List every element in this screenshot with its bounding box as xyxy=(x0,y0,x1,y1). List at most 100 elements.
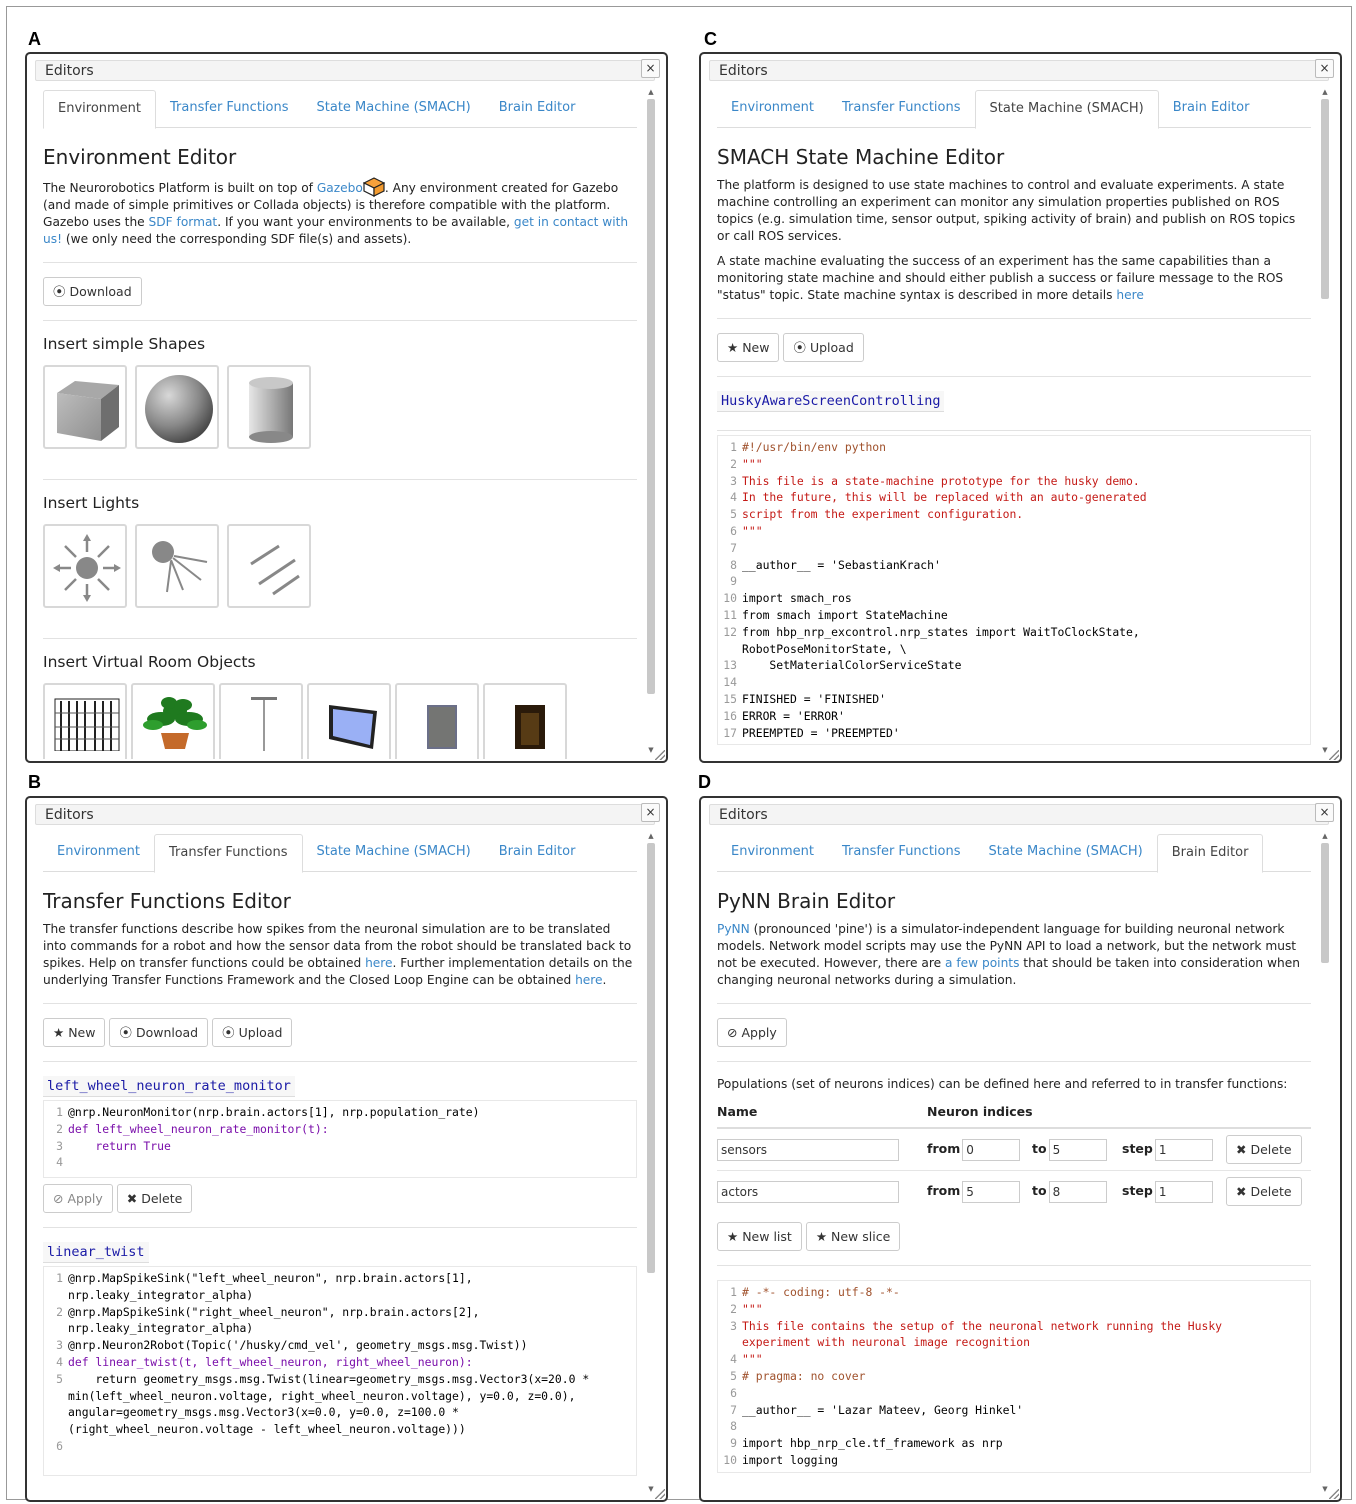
spot-light-button[interactable] xyxy=(135,524,219,608)
scrollbar[interactable]: ▲ ▼ xyxy=(645,87,657,755)
description-2: A state machine evaluating the success o… xyxy=(717,253,1311,304)
tab-environment[interactable]: Environment xyxy=(43,90,157,129)
tab-state-machine[interactable]: State Machine (SMACH) xyxy=(303,90,485,127)
population-name-input[interactable]: actors xyxy=(717,1180,899,1203)
download-button[interactable]: ⦿ Download xyxy=(43,277,142,306)
scrollbar[interactable]: ▲ ▼ xyxy=(645,831,657,1494)
transfer-function-name[interactable]: left_wheel_neuron_rate_monitor xyxy=(43,1076,295,1097)
scrollbar[interactable]: ▲ ▼ xyxy=(1319,87,1331,755)
upload-button[interactable]: ⦿ Upload xyxy=(783,333,864,362)
code-line: 2 """ xyxy=(718,456,1310,473)
box-shape-button[interactable] xyxy=(43,365,127,449)
few-points-link[interactable]: a few points xyxy=(945,956,1019,970)
delete-button[interactable]: ✖ Delete xyxy=(1226,1135,1302,1164)
code-editor[interactable]: 1 #!/usr/bin/env python 2 """ 3 This file i… xyxy=(717,435,1311,746)
room-object-screen-button[interactable] xyxy=(307,683,391,759)
code-line: 1 @nrp.NeuronMonitor(nrp.brain.actors[1],… xyxy=(44,1104,636,1121)
tab-brain-editor[interactable]: Brain Editor xyxy=(1156,834,1264,873)
from-input[interactable]: 5 xyxy=(962,1180,1021,1203)
delete-button[interactable]: ✖ Delete xyxy=(116,1184,193,1213)
painting-icon xyxy=(427,705,457,749)
close-button[interactable]: × xyxy=(641,803,660,822)
transfer-function-name[interactable]: linear_twist xyxy=(43,1242,149,1263)
new-list-button[interactable]: ★ New list xyxy=(717,1222,802,1251)
point-light-button[interactable] xyxy=(43,524,127,608)
code-editor[interactable]: 1 @nrp.NeuronMonitor(nrp.brain.actors[1],… xyxy=(43,1100,637,1178)
scroll-up-icon[interactable]: ▲ xyxy=(1319,87,1331,97)
resize-grip-icon[interactable] xyxy=(655,750,665,760)
download-icon: ⦿ xyxy=(53,284,66,299)
to-input[interactable]: 8 xyxy=(1048,1180,1107,1203)
tab-brain-editor[interactable]: Brain Editor xyxy=(485,834,590,871)
tab-state-machine[interactable]: State Machine (SMACH) xyxy=(975,834,1157,871)
scrollbar-thumb[interactable] xyxy=(1321,99,1329,299)
directional-light-button[interactable] xyxy=(227,524,311,608)
room-object-bookshelf-button[interactable] xyxy=(43,683,127,759)
code-line: 5 return geometry_msgs.msg.Twist(linear=… xyxy=(44,1371,636,1388)
code-editor[interactable]: 1 @nrp.MapSpikeSink("left_wheel_neuron", … xyxy=(43,1266,637,1476)
step-input[interactable]: 1 xyxy=(1154,1138,1213,1161)
delete-label: Delete xyxy=(1250,1184,1292,1199)
resize-grip-icon[interactable] xyxy=(1329,750,1339,760)
tab-transfer-functions[interactable]: Transfer Functions xyxy=(828,834,974,871)
resize-grip-icon[interactable] xyxy=(1329,1489,1339,1499)
help-here-link[interactable]: here xyxy=(365,956,392,970)
tab-transfer-functions[interactable]: Transfer Functions xyxy=(156,90,302,127)
room-object-painting-button[interactable] xyxy=(395,683,479,759)
close-button[interactable]: × xyxy=(1315,803,1334,822)
room-object-lamp-button[interactable] xyxy=(219,683,303,759)
tab-environment[interactable]: Environment xyxy=(717,90,828,127)
cylinder-shape-button[interactable] xyxy=(227,365,311,449)
resize-grip-icon[interactable] xyxy=(655,1489,665,1499)
scrollbar-thumb[interactable] xyxy=(647,843,655,1273)
code-editor[interactable]: 1 # -*- coding: utf-8 -*- 2 """ 3 This file… xyxy=(717,1280,1311,1473)
close-button[interactable]: × xyxy=(1315,59,1334,78)
scrollbar-thumb[interactable] xyxy=(647,99,655,694)
code-line: 14 xyxy=(718,674,1310,691)
sdf-format-link[interactable]: SDF format xyxy=(149,215,218,229)
sphere-shape-button[interactable] xyxy=(135,365,219,449)
apply-button[interactable]: ⊘ Apply xyxy=(717,1018,787,1047)
upload-button[interactable]: ⦿ Upload xyxy=(212,1018,293,1047)
line-number xyxy=(44,1287,68,1304)
new-slice-button[interactable]: ★ New slice xyxy=(805,1222,901,1251)
tab-environment[interactable]: Environment xyxy=(43,834,154,871)
download-button[interactable]: ⦿ Download xyxy=(109,1018,209,1047)
room-object-painting2-button[interactable] xyxy=(483,683,567,759)
from-input[interactable]: 0 xyxy=(962,1138,1021,1161)
page-title: Environment Editor xyxy=(43,145,237,169)
new-button[interactable]: ★ New xyxy=(43,1018,106,1047)
new-button[interactable]: ★ New xyxy=(717,333,780,362)
to-input[interactable]: 5 xyxy=(1048,1138,1107,1161)
tab-brain-editor[interactable]: Brain Editor xyxy=(485,90,590,127)
close-button[interactable]: × xyxy=(641,59,660,78)
state-machine-name[interactable]: HuskyAwareScreenControlling xyxy=(717,391,945,412)
gazebo-link[interactable]: Gazebo xyxy=(317,181,363,195)
framework-here-link[interactable]: here xyxy=(575,973,602,987)
syntax-here-link[interactable]: here xyxy=(1116,288,1143,302)
room-object-plant-button[interactable] xyxy=(131,683,215,759)
tab-brain-editor[interactable]: Brain Editor xyxy=(1159,90,1264,127)
tab-transfer-functions[interactable]: Transfer Functions xyxy=(828,90,974,127)
scrollbar[interactable]: ▲ ▼ xyxy=(1319,831,1331,1494)
scrollbar-thumb[interactable] xyxy=(1321,843,1329,963)
scroll-up-icon[interactable]: ▲ xyxy=(645,831,657,841)
tab-transfer-functions[interactable]: Transfer Functions xyxy=(154,834,303,873)
plant-icon xyxy=(143,697,207,749)
dark-painting-icon xyxy=(515,705,545,749)
tab-environment[interactable]: Environment xyxy=(717,834,828,871)
delete-button[interactable]: ✖ Delete xyxy=(1226,1177,1302,1206)
scroll-up-icon[interactable]: ▲ xyxy=(645,87,657,97)
population-name-input[interactable]: sensors xyxy=(717,1138,899,1161)
floor-lamp-icon xyxy=(251,697,277,751)
scroll-up-icon[interactable]: ▲ xyxy=(1319,831,1331,841)
line-number: 4 xyxy=(56,1155,63,1170)
tab-state-machine[interactable]: State Machine (SMACH) xyxy=(303,834,485,871)
line-number: 14 xyxy=(723,675,737,690)
tab-state-machine[interactable]: State Machine (SMACH) xyxy=(974,90,1159,129)
line-number xyxy=(718,1334,742,1351)
pynn-link[interactable]: PyNN xyxy=(717,922,750,936)
line-number: 11 xyxy=(723,607,737,622)
step-input[interactable]: 1 xyxy=(1154,1180,1213,1203)
apply-button[interactable]: ⊘ Apply xyxy=(43,1184,113,1213)
